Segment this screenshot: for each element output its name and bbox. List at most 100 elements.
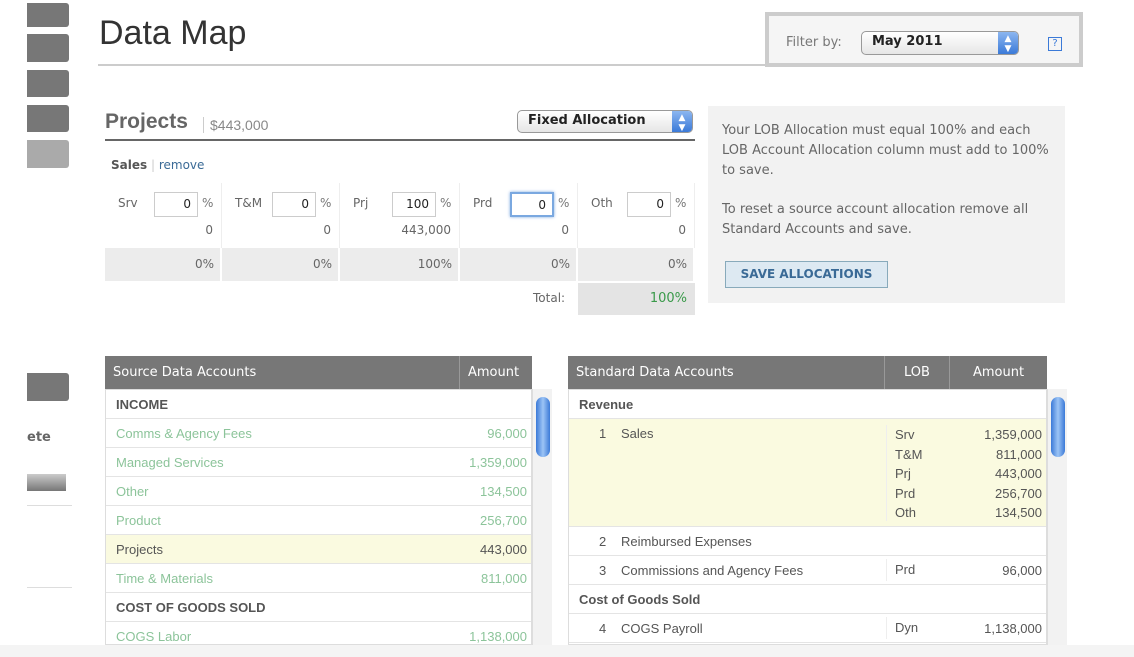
row-number: 4 xyxy=(599,621,607,636)
column-header[interactable]: Source Data Accounts xyxy=(105,356,460,389)
lob-amount: 0 xyxy=(323,223,331,237)
sidebar-button[interactable] xyxy=(27,373,69,401)
row-number: 2 xyxy=(599,534,607,549)
account-amount: 134,500 xyxy=(480,484,527,499)
info-panel: Your LOB Allocation must equal 100% and … xyxy=(708,106,1065,303)
lob-amount: 1,359,000 xyxy=(984,427,1042,442)
help-icon[interactable]: ? xyxy=(1048,37,1062,51)
projects-title: Projects xyxy=(105,110,188,133)
lob-column: Prd 0 % 0 xyxy=(460,183,578,248)
table-row[interactable]: Projects 443,000 xyxy=(106,535,531,564)
sidebar-tab[interactable] xyxy=(27,34,69,62)
account-amount: 443,000 xyxy=(480,542,527,557)
standard-table-body: Revenue 1 Sales Srv T&M Prj Prd Oth 1,359,00… xyxy=(568,389,1047,645)
lob-amount: 443,000 xyxy=(401,223,451,237)
table-row[interactable]: Other 134,500 xyxy=(106,477,531,506)
lob-percent-input[interactable]: 0 xyxy=(510,192,554,217)
lob-code: Prd xyxy=(895,485,916,501)
remove-link[interactable]: remove xyxy=(159,158,205,172)
lob-amount: 0 xyxy=(205,223,213,237)
filter-select[interactable]: May 2011 ▲ ▼ xyxy=(861,31,1019,55)
divider xyxy=(27,587,72,588)
scrollbar-thumb[interactable] xyxy=(1051,397,1065,457)
allocation-type-select[interactable]: Fixed Allocation ▲ ▼ xyxy=(517,110,693,133)
lob-percent-input[interactable]: 0 xyxy=(154,192,198,217)
lob-amount: 811,000 xyxy=(995,446,1042,462)
scrollbar[interactable] xyxy=(1047,389,1067,645)
lob-code: Prj xyxy=(895,466,911,481)
table-row[interactable]: Time & Materials 811,000 xyxy=(106,564,531,593)
percent-sign: % xyxy=(440,196,452,210)
lob-share: 0% xyxy=(578,248,695,281)
account-name: Product xyxy=(116,513,161,528)
column-header[interactable]: Amount xyxy=(460,356,532,389)
lob-column: Oth 0 % 0 xyxy=(578,183,695,248)
projects-amount: $443,000 xyxy=(203,117,268,133)
account-name: Comms & Agency Fees xyxy=(116,426,252,441)
lob-code: Oth xyxy=(895,505,916,520)
lob-amount: 0 xyxy=(678,223,686,237)
save-allocations-button[interactable]: SAVE ALLOCATIONS xyxy=(725,261,888,288)
account-amount: 1,359,000 xyxy=(469,455,527,470)
account-name: COGS Labor xyxy=(116,629,192,644)
table-row[interactable]: Comms & Agency Fees 96,000 xyxy=(106,419,531,448)
account-name: Reimbursed Expenses xyxy=(621,534,752,549)
table-row[interactable]: 1 Sales Srv T&M Prj Prd Oth 1,359,000 811,000… xyxy=(569,419,1046,527)
account-amount: 256,700 xyxy=(480,513,527,528)
account-amount: 1,138,000 xyxy=(984,621,1042,636)
lob-share: 0% xyxy=(222,248,340,281)
table-row[interactable]: COGS Labor 1,138,000 xyxy=(106,622,531,644)
sidebar-tab[interactable] xyxy=(27,70,69,97)
lob-code xyxy=(886,530,894,552)
lob-share: 0% xyxy=(460,248,578,281)
scrollbar-thumb[interactable] xyxy=(536,397,550,457)
lob-percent-input[interactable]: 0 xyxy=(272,192,316,217)
lob-code: Prj xyxy=(353,196,369,210)
sidebar-progress xyxy=(27,474,66,491)
filter-box: Filter by: May 2011 ▲ ▼ ? xyxy=(765,12,1083,67)
lob-percent-row: 0% 0% 100% 0% 0% xyxy=(105,248,695,281)
lob-percent-input[interactable]: 100 xyxy=(392,192,436,217)
table-row[interactable]: 3 Commissions and Agency Fees Prd 96,000 xyxy=(569,556,1046,585)
column-header[interactable]: LOB xyxy=(885,356,950,389)
group-row: Revenue xyxy=(569,390,1046,419)
lob-code: Prd xyxy=(473,196,493,210)
sidebar-label: ete xyxy=(27,430,51,445)
percent-sign: % xyxy=(202,196,214,210)
column-header[interactable]: Standard Data Accounts xyxy=(568,356,885,389)
lob-column: Prj 100 % 443,000 xyxy=(340,183,460,248)
account-name: Sales xyxy=(111,158,148,172)
lob-percent-input[interactable]: 0 xyxy=(627,192,671,217)
account-name: COST OF GOODS SOLD xyxy=(116,600,266,615)
group-row: Cost of Goods Sold xyxy=(569,585,1046,614)
scrollbar[interactable] xyxy=(532,389,552,645)
lob-code: T&M xyxy=(235,196,263,210)
table-row[interactable]: 4 COGS Payroll Dyn 1,138,000 xyxy=(569,614,1046,643)
row-number: 3 xyxy=(599,563,607,578)
column-header[interactable]: Amount xyxy=(950,356,1047,389)
table-row[interactable]: Managed Services 1,359,000 xyxy=(106,448,531,477)
account-amount: 811,000 xyxy=(480,571,527,586)
percent-sign: % xyxy=(675,196,687,210)
lob-code: Srv xyxy=(118,196,138,210)
table-row[interactable]: 2 Reimbursed Expenses xyxy=(569,527,1046,556)
lob-column: Srv 0 % 0 xyxy=(105,183,222,248)
divider xyxy=(27,505,72,506)
lob-code: T&M xyxy=(895,446,923,462)
standard-table-header: Standard Data Accounts LOB Amount xyxy=(568,356,1047,389)
lob-code: Oth xyxy=(591,196,613,210)
sidebar-tab[interactable] xyxy=(27,3,69,27)
sidebar-tab[interactable] xyxy=(27,105,69,132)
total-value: 100% xyxy=(578,283,695,315)
source-table-header: Source Data Accounts Amount xyxy=(105,356,532,389)
source-table-body: INCOME Comms & Agency Fees 96,000 Managed S… xyxy=(105,389,532,645)
lob-amount: 256,700 xyxy=(995,485,1042,501)
account-amount: 96,000 xyxy=(487,426,527,441)
table-row[interactable]: Product 256,700 xyxy=(106,506,531,535)
sidebar-tab[interactable] xyxy=(27,140,69,168)
lob-amount: 0 xyxy=(561,223,569,237)
row-number: 1 xyxy=(599,426,607,441)
account-amount: 96,000 xyxy=(1002,563,1042,578)
footer-bar xyxy=(0,645,1134,657)
lob-code: Prd xyxy=(886,559,915,581)
